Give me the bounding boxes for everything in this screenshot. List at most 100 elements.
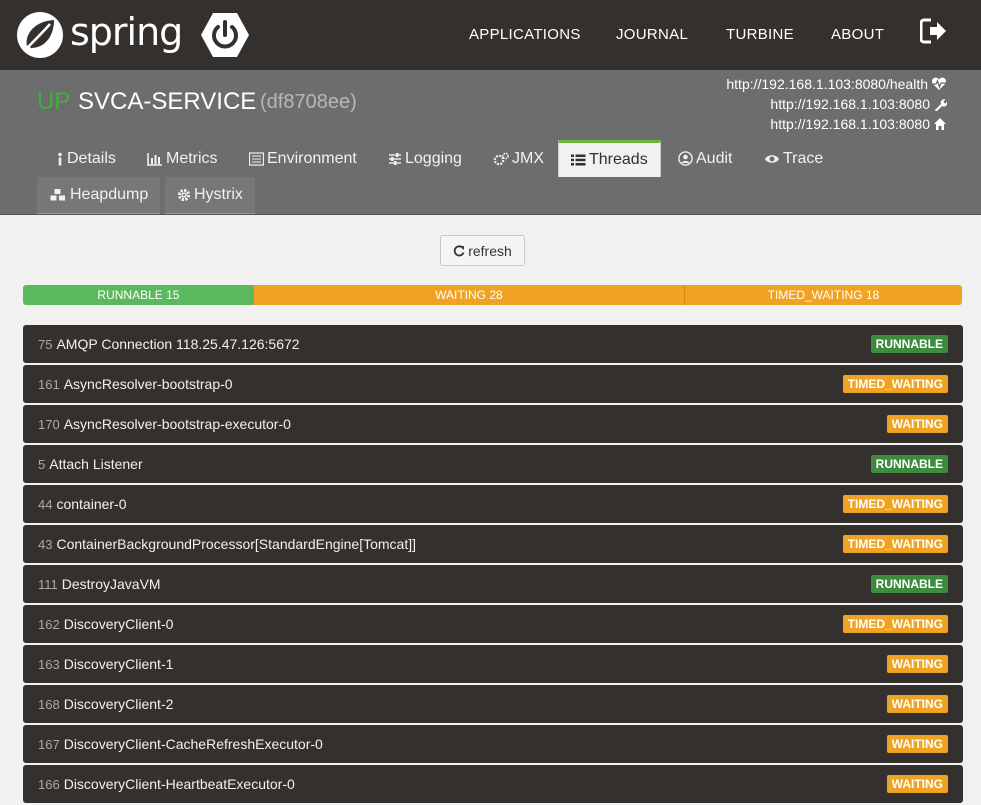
refresh-label: refresh <box>468 242 512 259</box>
thread-state-badge: TIMED_WAITING <box>842 375 948 393</box>
tab-threads[interactable]: Threads <box>558 140 661 177</box>
spring-logo[interactable]: spring <box>16 10 183 59</box>
thread-row[interactable]: 168 DiscoveryClient-2 WAITING <box>23 685 963 723</box>
tab-heapdump-label: Heapdump <box>70 186 149 203</box>
thread-name: DiscoveryClient-HeartbeatExecutor-0 <box>63 776 295 792</box>
thread-id: 167 <box>38 736 60 752</box>
thread-name: AsyncResolver-bootstrap-executor-0 <box>63 416 291 432</box>
thread-name: AMQP Connection 118.25.47.126:5672 <box>56 336 300 352</box>
thread-id: 161 <box>38 376 60 392</box>
thread-state-badge: WAITING <box>886 415 948 433</box>
tab-hystrix[interactable]: Hystrix <box>165 177 255 214</box>
thread-row[interactable]: 111 DestroyJavaVM RUNNABLE <box>23 565 963 603</box>
home-icon <box>934 118 946 130</box>
thread-id: 166 <box>38 776 60 792</box>
thread-id: 163 <box>38 656 60 672</box>
waiting-segment: WAITING 28 <box>253 285 685 305</box>
service-url-text: http://192.168.1.103:8080 <box>770 116 930 132</box>
thread-list: 75 AMQP Connection 118.25.47.126:5672 RUNN… <box>23 325 963 805</box>
tab-metrics-label: Metrics <box>166 149 218 167</box>
thread-row[interactable]: 162 DiscoveryClient-0 TIMED_WAITING <box>23 605 963 643</box>
thread-name: DiscoveryClient-1 <box>63 656 174 672</box>
thread-id: 44 <box>38 496 53 512</box>
logo-text: spring <box>70 10 183 54</box>
tab-threads-label: Threads <box>589 151 648 168</box>
thread-row[interactable]: 5 Attach Listener RUNNABLE <box>23 445 963 483</box>
tab-jmx-label: JMX <box>512 149 544 167</box>
tab-heapdump[interactable]: Heapdump <box>37 177 161 214</box>
thread-state-badge: WAITING <box>886 775 948 793</box>
thread-name: ContainerBackgroundProcessor[StandardEng… <box>56 536 417 552</box>
nav-about[interactable]: ABOUT <box>831 26 884 43</box>
tab-audit[interactable]: Audit <box>666 140 744 177</box>
thread-row[interactable]: 43 ContainerBackgroundProcessor[StandardE… <box>23 525 963 563</box>
thread-id: 5 <box>38 456 46 472</box>
nav-journal[interactable]: JOURNAL <box>616 26 688 43</box>
cogs-icon <box>493 152 509 165</box>
tab-trace-label: Trace <box>783 149 824 167</box>
bar-chart-icon <box>147 152 162 166</box>
thread-id: 162 <box>38 616 60 632</box>
thread-id: 111 <box>38 576 58 592</box>
tab-hystrix-label: Hystrix <box>194 186 243 203</box>
gear-icon <box>177 188 191 202</box>
health-url[interactable]: http://192.168.1.103:8080/health <box>726 76 947 92</box>
service-id: (df8708ee) <box>260 91 357 113</box>
thread-state-badge: WAITING <box>886 655 948 673</box>
spring-boot-power-icon <box>201 13 249 57</box>
thread-row[interactable]: 170 AsyncResolver-bootstrap-executor-0 WAI… <box>23 405 963 443</box>
logout-icon[interactable] <box>920 18 948 44</box>
management-url-text: http://192.168.1.103:8080 <box>770 96 930 112</box>
timed-waiting-segment: TIMED_WAITING 18 <box>684 285 962 305</box>
refresh-button[interactable]: refresh <box>440 235 525 266</box>
runnable-segment: RUNNABLE 15 <box>23 285 254 305</box>
nav-applications[interactable]: APPLICATIONS <box>469 26 581 43</box>
thread-state-badge: TIMED_WAITING <box>842 535 948 553</box>
thread-row[interactable]: 44 container-0 TIMED_WAITING <box>23 485 963 523</box>
thread-row[interactable]: 161 AsyncResolver-bootstrap-0 TIMED_WAITIN… <box>23 365 963 403</box>
refresh-icon <box>454 244 465 256</box>
thread-state-badge: TIMED_WAITING <box>842 495 948 513</box>
tab-metrics[interactable]: Metrics <box>135 140 230 177</box>
tab-details[interactable]: Details <box>44 140 128 177</box>
thread-name: DiscoveryClient-2 <box>63 696 174 712</box>
tab-logging[interactable]: Logging <box>376 140 474 177</box>
thread-name: AsyncResolver-bootstrap-0 <box>63 376 233 392</box>
nav-turbine[interactable]: TURBINE <box>726 26 794 43</box>
management-url[interactable]: http://192.168.1.103:8080 <box>770 96 947 112</box>
list-alt-icon <box>249 151 264 166</box>
thread-state-badge: WAITING <box>886 735 948 753</box>
tab-trace[interactable]: Trace <box>752 140 835 177</box>
wrench-icon <box>935 99 947 111</box>
tab-details-label: Details <box>67 149 116 167</box>
thread-state-badge: RUNNABLE <box>870 455 948 473</box>
tab-environment[interactable]: Environment <box>237 140 369 177</box>
thread-state-badge: RUNNABLE <box>870 575 948 593</box>
thread-row[interactable]: 167 DiscoveryClient-CacheRefreshExecutor-… <box>23 725 963 763</box>
thread-id: 43 <box>38 536 53 552</box>
user-circle-icon <box>678 151 693 166</box>
thread-name: Attach Listener <box>49 456 143 472</box>
thread-state-badge: WAITING <box>886 695 948 713</box>
status-label: UP <box>37 88 71 115</box>
thread-id: 75 <box>38 336 53 352</box>
cubes-icon <box>49 188 66 202</box>
thread-state-badge: TIMED_WAITING <box>842 615 948 633</box>
tab-jmx[interactable]: JMX <box>481 140 556 177</box>
thread-row[interactable]: 163 DiscoveryClient-1 WAITING <box>23 645 963 683</box>
thread-row[interactable]: 166 DiscoveryClient-HeartbeatExecutor-0 WA… <box>23 765 963 803</box>
heartbeat-icon <box>931 77 947 90</box>
list-icon <box>571 154 586 166</box>
thread-name: DestroyJavaVM <box>61 576 161 592</box>
tab-audit-label: Audit <box>696 149 733 167</box>
thread-state-summary-bar: RUNNABLE 15 WAITING 28 TIMED_WAITING 18 <box>23 285 962 305</box>
thread-name: DiscoveryClient-CacheRefreshExecutor-0 <box>63 736 323 752</box>
info-icon <box>58 152 62 165</box>
sliders-icon <box>389 152 401 165</box>
service-url[interactable]: http://192.168.1.103:8080 <box>770 116 947 132</box>
thread-id: 168 <box>38 696 60 712</box>
health-url-text: http://192.168.1.103:8080/health <box>726 76 928 92</box>
thread-id: 170 <box>38 416 60 432</box>
thread-row[interactable]: 75 AMQP Connection 118.25.47.126:5672 RUNN… <box>23 325 963 363</box>
thread-name: DiscoveryClient-0 <box>63 616 174 632</box>
